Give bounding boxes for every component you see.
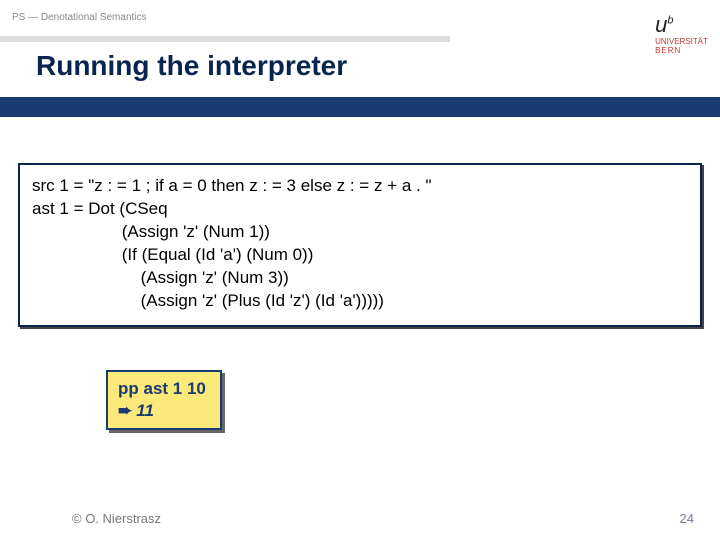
logo-b: b bbox=[667, 15, 673, 27]
slide: PS — Denotational Semantics ub UNIVERSIT… bbox=[0, 0, 720, 540]
page-title: Running the interpreter bbox=[36, 50, 347, 82]
code-line: ast 1 = Dot (CSeq bbox=[32, 198, 688, 221]
code-box: src 1 = "z : = 1 ; if a = 0 then z : = 3… bbox=[18, 163, 702, 327]
logo-mark: ub bbox=[655, 12, 673, 38]
eval-result-line: ➨11 bbox=[118, 400, 206, 422]
logo-line2: BERN bbox=[655, 46, 681, 55]
course-tag: PS — Denotational Semantics bbox=[12, 12, 147, 23]
arrow-icon: ➨ bbox=[118, 400, 132, 422]
logo-u: u bbox=[655, 12, 667, 37]
gray-bar bbox=[0, 36, 450, 42]
university-logo: ub UNIVERSITÄT BERN bbox=[655, 12, 708, 55]
copyright: © O. Nierstrasz bbox=[72, 511, 161, 526]
eval-box: pp ast 1 10 ➨11 bbox=[106, 370, 222, 430]
page-number: 24 bbox=[680, 511, 694, 526]
logo-line1: UNIVERSITÄT bbox=[655, 38, 708, 46]
code-line: (Assign 'z' (Plus (Id 'z') (Id 'a'))))) bbox=[32, 290, 688, 313]
code-line: (Assign 'z' (Num 1)) bbox=[32, 221, 688, 244]
footer: © O. Nierstrasz 24 bbox=[72, 511, 694, 526]
eval-result: 11 bbox=[136, 401, 154, 420]
code-line: (If (Equal (Id 'a') (Num 0)) bbox=[32, 244, 688, 267]
blue-bar bbox=[0, 97, 720, 117]
code-line: (Assign 'z' (Num 3)) bbox=[32, 267, 688, 290]
header-row: PS — Denotational Semantics ub UNIVERSIT… bbox=[12, 12, 708, 55]
eval-command: pp ast 1 10 bbox=[118, 378, 206, 400]
code-line: src 1 = "z : = 1 ; if a = 0 then z : = 3… bbox=[32, 175, 688, 198]
